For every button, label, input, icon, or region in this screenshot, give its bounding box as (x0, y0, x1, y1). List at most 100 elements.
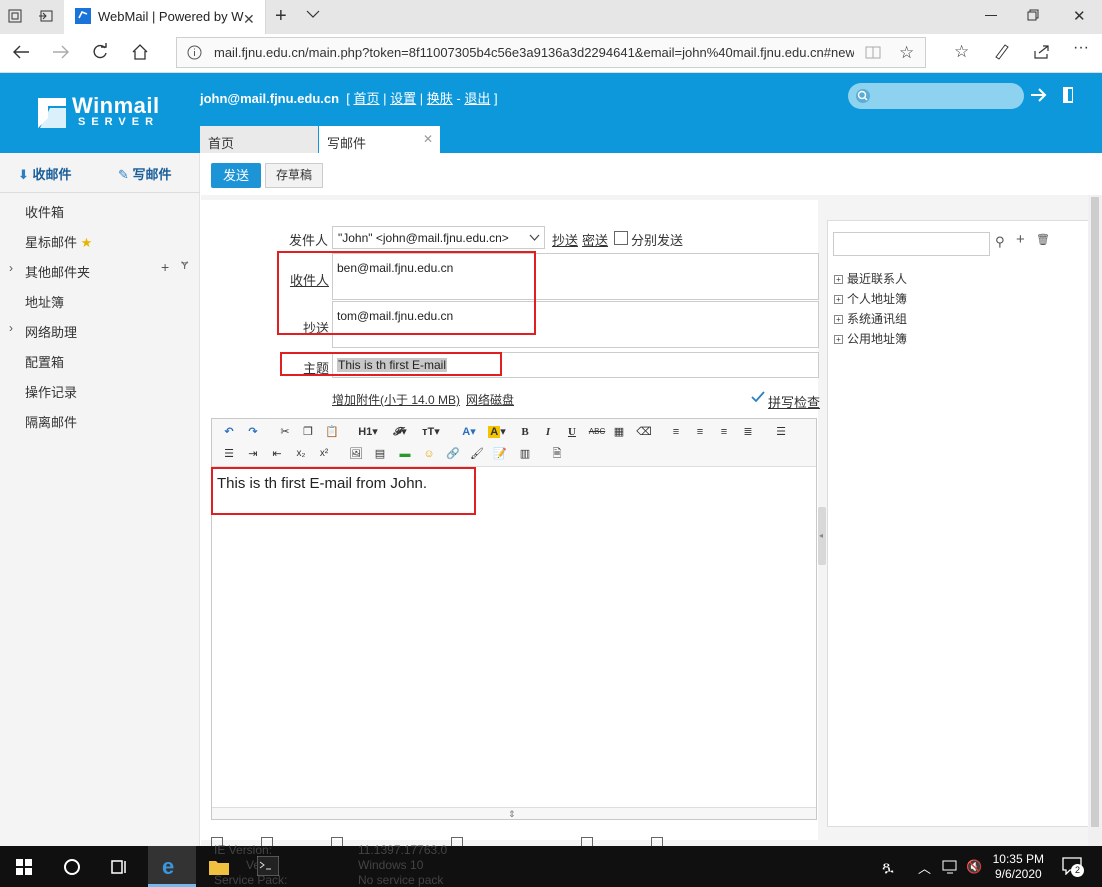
info-icon[interactable] (187, 45, 202, 60)
ordered-list-icon[interactable]: ☰ (773, 424, 789, 440)
sidebar-item-inbox[interactable]: 收件箱 (25, 202, 64, 221)
insert-image-icon[interactable]: 🖼 (348, 446, 364, 462)
indent-icon[interactable]: ⇥ (245, 446, 261, 462)
option-checkbox[interactable] (331, 837, 343, 846)
favorites-icon[interactable]: ☆ (954, 42, 969, 62)
network-disk-link[interactable]: 网络磁盘 (466, 391, 514, 408)
close-window-icon[interactable]: ✕ (1073, 7, 1086, 25)
link-icon[interactable]: 🔗 (445, 446, 461, 462)
url-text[interactable]: mail.fjnu.edu.cn/main.php?token=8f110073… (214, 45, 854, 60)
task-view-icon[interactable] (110, 858, 128, 876)
link-home[interactable]: 首页 (354, 91, 380, 106)
expand-network-assistant-icon[interactable]: › (9, 321, 13, 335)
close-tab-icon[interactable]: ✕ (243, 11, 255, 28)
option-checkbox[interactable] (581, 837, 593, 846)
save-draft-button[interactable]: 存草稿 (265, 163, 323, 188)
emoticon-icon[interactable]: ☺ (421, 446, 437, 462)
search-go-arrow-icon[interactable] (1030, 87, 1048, 103)
source-code-icon[interactable]: 🗎 (549, 446, 565, 462)
new-tab-icon[interactable]: + (275, 5, 287, 28)
align-right-icon[interactable]: ≡ (716, 424, 732, 440)
editor-resize-bar[interactable]: ⇕ (212, 807, 816, 819)
notifications-icon[interactable]: 2 (1062, 857, 1084, 877)
align-justify-icon[interactable]: ≣ (740, 424, 756, 440)
spellcheck-link[interactable]: 拼写检查 (768, 392, 820, 411)
separate-send-checkbox[interactable] (614, 231, 628, 245)
add-contact-icon[interactable]: + (1016, 231, 1025, 248)
header-search-input[interactable] (848, 83, 1024, 109)
compose-mail-button[interactable]: ✎ 写邮件 (118, 164, 172, 183)
unordered-list-icon[interactable]: ☰ (221, 446, 237, 462)
cortana-search-icon[interactable] (63, 858, 81, 876)
contact-search-icon[interactable]: ⚲ (995, 234, 1005, 250)
receive-mail-button[interactable]: ⬇ 收邮件 (18, 164, 72, 183)
table-icon[interactable]: ▦ (611, 424, 627, 440)
sidebar-item-network-assistant[interactable]: 网络助理 (25, 322, 77, 341)
sidebar-item-config-box[interactable]: 配置箱 (25, 352, 64, 371)
contact-search-input[interactable] (833, 232, 990, 256)
redo-icon[interactable]: ↷ (245, 424, 261, 440)
add-folder-icon[interactable]: + (161, 259, 169, 275)
volume-muted-icon[interactable]: 🔇 (966, 859, 982, 875)
link-logout[interactable]: 退出 (464, 91, 490, 106)
windows-start-icon[interactable] (16, 859, 32, 875)
page-scrollbar[interactable] (1088, 195, 1102, 846)
close-tab-compose-icon[interactable]: ✕ (423, 132, 433, 146)
font-size-icon[interactable]: тT▾ (418, 424, 444, 440)
more-icon[interactable]: ··· (1073, 39, 1089, 57)
favorite-star-icon[interactable]: ☆ (899, 43, 914, 63)
network-icon[interactable] (942, 859, 960, 875)
align-center-icon[interactable]: ≡ (692, 424, 708, 440)
undo-icon[interactable]: ↶ (221, 424, 237, 440)
contact-group-recent[interactable]: + 最近联系人 (834, 270, 907, 287)
sidebar-item-other-folders[interactable]: 其他邮件夹 (25, 262, 90, 281)
expand-other-folders-icon[interactable]: › (9, 261, 13, 275)
restore-icon[interactable] (1027, 9, 1039, 21)
add-attachment-link[interactable]: 增加附件(小于 14.0 MB) (332, 391, 460, 408)
heading-icon[interactable]: H1▾ (355, 424, 381, 440)
sidebar-item-quarantine[interactable]: 隔离邮件 (25, 412, 77, 431)
sidebar-item-operation-log[interactable]: 操作记录 (25, 382, 77, 401)
strikethrough-icon[interactable]: ABC (587, 424, 607, 440)
font-family-icon[interactable]: 𝓕▾ (388, 424, 412, 440)
tab-home[interactable]: 首页 (200, 126, 318, 153)
contact-group-personal[interactable]: + 个人地址簿 (834, 290, 907, 307)
back-icon[interactable] (12, 44, 30, 60)
align-left-icon[interactable]: ≡ (668, 424, 684, 440)
link-skin[interactable]: 换肤 (427, 91, 453, 106)
contact-group-public[interactable]: + 公用地址簿 (834, 330, 907, 347)
panel-splitter[interactable]: ◂ (818, 507, 826, 565)
font-color-icon[interactable]: A▾ (457, 424, 481, 440)
notepad-icon[interactable]: ▥ (517, 446, 533, 462)
contact-group-system[interactable]: + 系统通讯组 (834, 310, 907, 327)
cut-icon[interactable]: ✂ (277, 424, 293, 440)
collapse-arrow-icon[interactable]: ◂ (819, 531, 823, 540)
bold-icon[interactable]: B (517, 424, 533, 440)
from-select[interactable]: "John" <john@mail.fjnu.edu.cn> (332, 226, 545, 249)
set-aside-tabs-icon[interactable] (38, 9, 54, 23)
underline-icon[interactable]: U (564, 424, 580, 440)
italic-icon[interactable]: I (540, 424, 556, 440)
share-icon[interactable] (1033, 43, 1051, 59)
refresh-icon[interactable] (91, 43, 109, 61)
exit-door-icon[interactable] (1062, 86, 1074, 104)
insert-table-icon[interactable]: ▤ (372, 446, 388, 462)
add-bcc-link[interactable]: 密送 (582, 230, 608, 249)
insert-hr-icon[interactable]: ▬ (397, 446, 413, 462)
resize-grip-icon[interactable]: ⇕ (508, 809, 516, 820)
option-checkbox[interactable] (451, 837, 463, 846)
tab-actions-icon[interactable] (8, 9, 22, 23)
cmd-icon[interactable] (257, 856, 279, 876)
home-icon[interactable] (131, 43, 149, 61)
option-checkbox[interactable] (651, 837, 663, 846)
tray-chevron-up-icon[interactable]: ︿ (918, 858, 931, 877)
superscript-icon[interactable]: x² (316, 446, 332, 462)
reading-view-icon[interactable] (865, 45, 881, 60)
clear-format-icon[interactable]: ⌫ (636, 424, 652, 440)
format-brush-icon[interactable]: 🖌 (469, 446, 485, 462)
delete-icon[interactable]: 🗑 (1036, 233, 1050, 246)
link-settings[interactable]: 设置 (390, 91, 416, 106)
paste-icon[interactable]: 📋 (324, 424, 340, 440)
tab-compose[interactable]: 写邮件 ✕ (319, 126, 440, 153)
folder-settings-icon[interactable]: Ɏ (181, 260, 188, 272)
